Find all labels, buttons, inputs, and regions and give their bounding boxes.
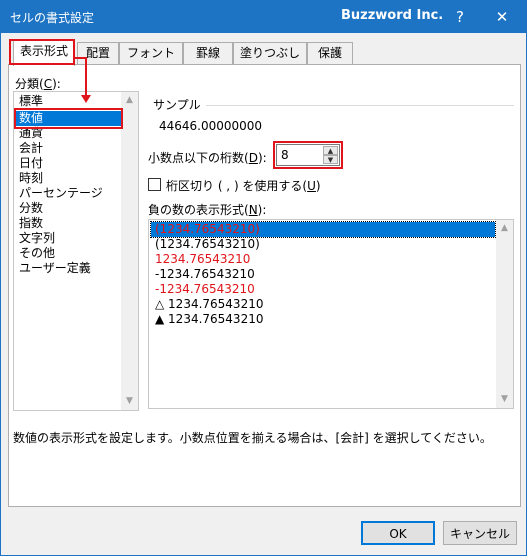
list-item[interactable]: 指数 [15,216,121,231]
spin-up-icon[interactable]: ▲ [323,146,338,155]
sample-value: 44646.00000000 [159,119,263,133]
annotation-arrow-head [81,95,91,103]
category-list[interactable]: 標準 数値 通貨 会計 日付 時刻 パーセンテージ 分数 指数 文字列 その他 … [13,91,139,411]
list-item[interactable]: 日付 [15,156,121,171]
decimal-places-stepper[interactable]: 8 ▲ ▼ [276,144,340,166]
spin-down-icon[interactable]: ▼ [323,155,338,164]
cancel-button[interactable]: キャンセル [443,521,517,545]
list-item[interactable]: 文字列 [15,231,121,246]
sample-label: サンプル [153,98,201,112]
list-item[interactable]: ユーザー定義 [15,261,121,276]
decimal-places-value[interactable]: 8 [281,148,289,162]
list-item[interactable]: 標準 [15,94,121,109]
scroll-down-icon[interactable]: ▼ [496,391,513,408]
sample-divider [206,105,514,106]
format-cells-dialog: セルの書式設定 Buzzword Inc. ? ✕ 表示形式 配置 フォント 罫… [0,0,527,556]
ok-button[interactable]: OK [361,521,435,545]
list-item-selected[interactable]: 数値 [15,111,121,126]
panel-content: 分類(C): 標準 数値 通貨 会計 日付 時刻 パーセンテージ 分数 指数 文… [1,1,527,557]
list-item[interactable]: -1234.76543210 [151,267,495,282]
list-item[interactable]: -1234.76543210 [151,282,495,297]
thousands-separator-checkbox[interactable] [148,178,161,191]
list-item[interactable]: 分数 [15,201,121,216]
list-item[interactable]: 1234.76543210 [151,252,495,267]
list-item[interactable]: 時刻 [15,171,121,186]
negative-numbers-list[interactable]: (1234.76543210) (1234.76543210) 1234.765… [148,219,514,409]
list-item-selected[interactable]: (1234.76543210) [150,221,496,238]
list-item[interactable]: パーセンテージ [15,186,121,201]
category-scrollbar[interactable]: ▲ ▼ [121,92,138,410]
category-label: 分類(C): [15,77,61,91]
annotation-arrow-line [85,57,87,97]
scroll-up-icon[interactable]: ▲ [496,220,513,237]
list-item[interactable]: ▲ 1234.76543210 [151,312,495,327]
negative-scrollbar[interactable]: ▲ ▼ [496,220,513,408]
decimal-places-label: 小数点以下の桁数(D): [148,151,267,165]
list-item[interactable]: その他 [15,246,121,261]
scroll-up-icon[interactable]: ▲ [121,92,138,109]
format-description: 数値の表示形式を設定します。小数点位置を揃える場合は、[会計] を選択してくださ… [13,431,492,445]
list-item[interactable]: (1234.76543210) [151,237,495,252]
list-item[interactable]: 会計 [15,141,121,156]
negative-numbers-label: 負の数の表示形式(N): [148,203,267,217]
scroll-down-icon[interactable]: ▼ [121,393,138,410]
list-item[interactable]: △ 1234.76543210 [151,297,495,312]
list-item[interactable]: 通貨 [15,126,121,141]
thousands-separator-label[interactable]: 桁区切り ( , ) を使用する(U) [166,177,321,194]
